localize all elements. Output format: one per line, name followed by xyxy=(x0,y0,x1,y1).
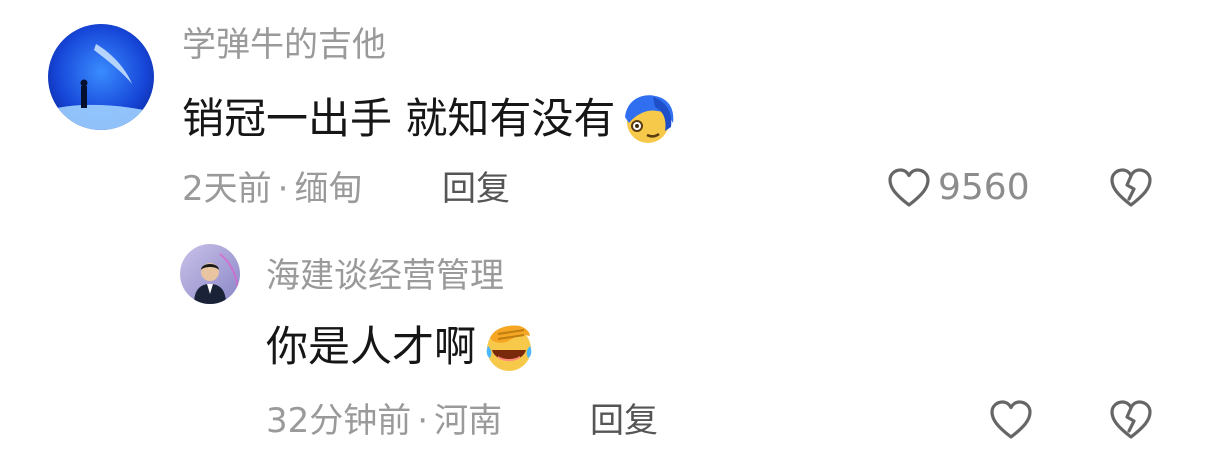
comment-location: 缅甸 xyxy=(294,169,363,209)
comment-meta: 2天前 · 缅甸 xyxy=(182,172,362,206)
reply-button[interactable]: 回复 xyxy=(590,404,658,438)
reply-button[interactable]: 回复 xyxy=(442,172,510,206)
dislike-button[interactable] xyxy=(1108,398,1154,442)
comment-meta: 32分钟前 · 河南 xyxy=(266,404,502,438)
comment-time: 32分钟前 xyxy=(266,401,412,441)
comment-text: 你是人才啊 xyxy=(266,322,477,371)
broken-heart-icon xyxy=(1110,400,1152,439)
comment-time: 2天前 xyxy=(182,169,272,209)
comment-text: 销冠一出手 就知有没有 xyxy=(182,94,616,143)
comment-thread: 学弹牛的吉他 销冠一出手 就知有没有 2天前 · 缅甸 回复 9560 海建谈经… xyxy=(0,0,1206,468)
laughing-facepalm-icon xyxy=(480,320,538,374)
avatar[interactable] xyxy=(48,24,154,130)
smirk-face-blue-hair-icon xyxy=(619,93,677,145)
comment-location: 河南 xyxy=(434,401,503,441)
meta-separator: · xyxy=(277,169,289,209)
comment-username[interactable]: 海建谈经营管理 xyxy=(266,259,504,293)
like-button[interactable]: 9560 xyxy=(886,166,1030,210)
comment-body: 你是人才啊 xyxy=(266,320,538,374)
avatar-image xyxy=(48,24,154,130)
like-count: 9560 xyxy=(938,167,1030,208)
like-button[interactable] xyxy=(988,398,1040,442)
avatar-image xyxy=(180,244,240,304)
meta-separator: · xyxy=(417,401,429,441)
heart-icon xyxy=(888,168,930,207)
avatar[interactable] xyxy=(180,244,240,304)
dislike-button[interactable] xyxy=(1108,166,1154,210)
comment-body: 销冠一出手 就知有没有 xyxy=(182,94,677,144)
heart-icon xyxy=(990,400,1032,439)
broken-heart-icon xyxy=(1110,168,1152,207)
comment-username[interactable]: 学弹牛的吉他 xyxy=(182,28,386,62)
